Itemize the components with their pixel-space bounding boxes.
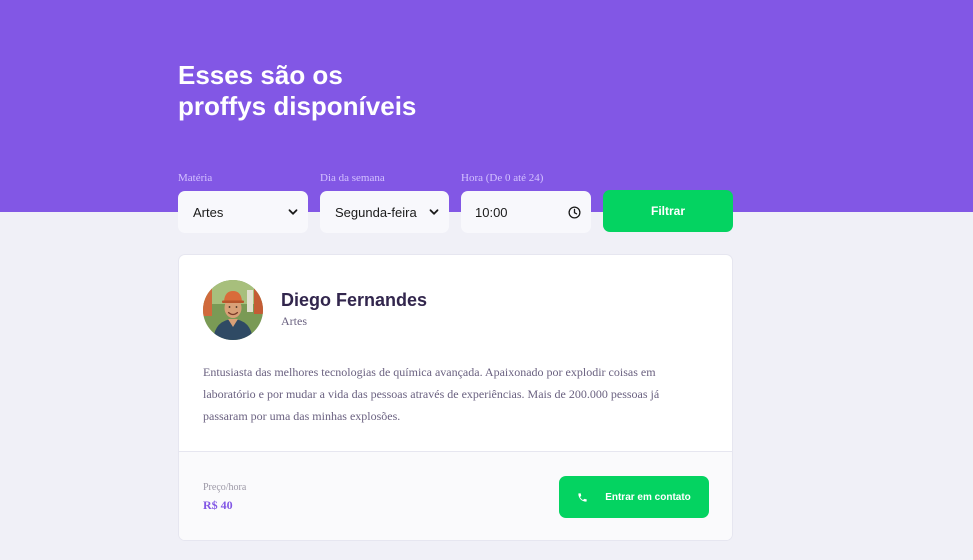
page-title-line-2: proffys disponíveis	[178, 91, 417, 121]
weekday-select-value: Segunda-feira	[335, 204, 417, 220]
teacher-card: Diego Fernandes Artes Entusiasta das mel…	[178, 254, 733, 541]
price-value: R$ 40	[203, 498, 233, 512]
subject-select-value: Artes	[193, 204, 224, 220]
subject-label: Matéria	[178, 172, 213, 184]
price-label: Preço/hora	[203, 482, 247, 493]
chevron-down-icon	[429, 207, 439, 217]
teacher-name: Diego Fernandes	[281, 290, 428, 310]
whatsapp-icon	[577, 492, 588, 503]
time-label: Hora (De 0 até 24)	[461, 172, 544, 184]
page-title: Esses são os proffys disponíveis	[178, 60, 578, 122]
contact-button[interactable]: Entrar em contato	[559, 476, 709, 518]
clock-icon[interactable]	[568, 205, 581, 219]
time-input[interactable]: 10:00	[461, 191, 591, 233]
page-title-line-1: Esses são os	[178, 60, 343, 90]
chevron-down-icon	[288, 207, 298, 217]
card-footer: Preço/hora R$ 40 Entrar em contato	[179, 451, 732, 540]
subject-select[interactable]: Artes	[178, 191, 308, 233]
contact-button-label: Entrar em contato	[605, 491, 691, 503]
teacher-subject: Artes	[281, 314, 307, 328]
time-input-value: 10:00	[475, 204, 508, 220]
filter-button[interactable]: Filtrar	[603, 190, 733, 232]
teacher-bio: Entusiasta das melhores tecnologias de q…	[203, 365, 660, 423]
avatar	[203, 280, 263, 340]
weekday-label: Dia da semana	[320, 172, 385, 184]
weekday-select[interactable]: Segunda-feira	[320, 191, 449, 233]
